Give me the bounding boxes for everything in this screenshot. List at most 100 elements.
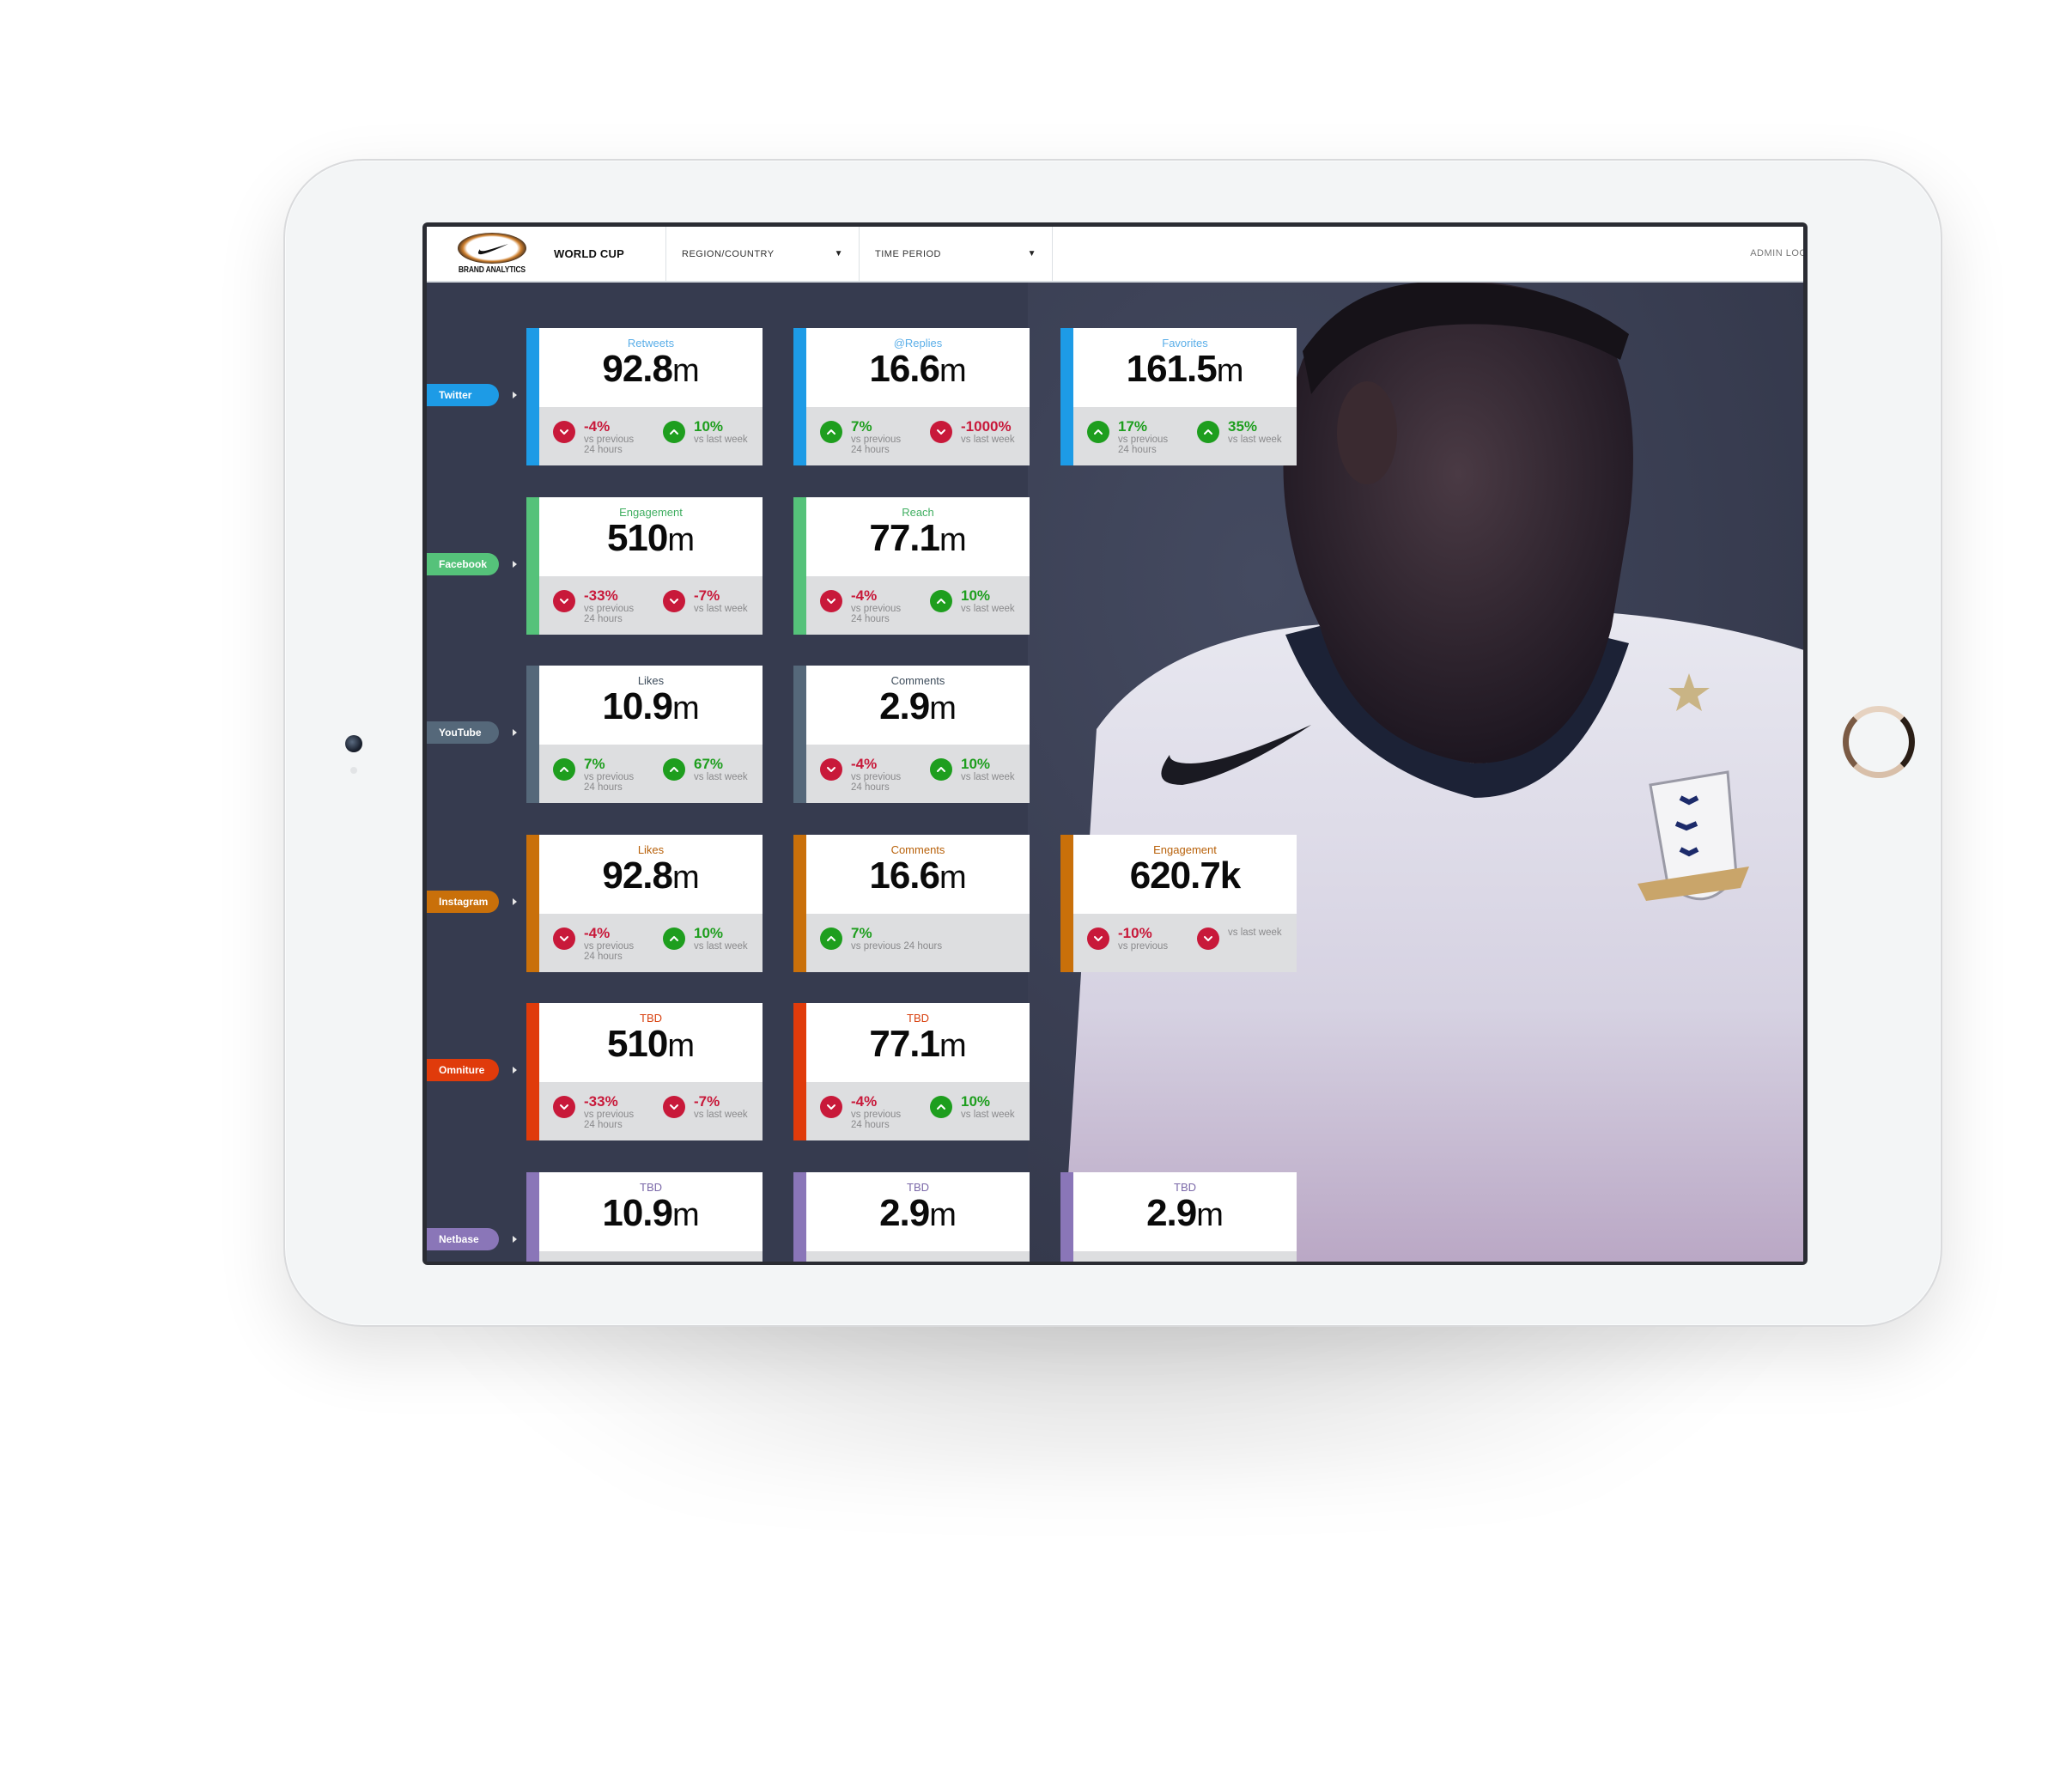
expand-arrow-icon[interactable] [513,897,517,905]
metric-card-twitter-replies[interactable]: @Replies 16.6m 7% vs previous 24 hours -1000%… [793,328,1030,465]
trend-up-icon [820,927,842,950]
card-comparisons: -4% vs previous 24 hours 10% vs last week [539,407,763,465]
comparison-caption: vs previous [851,435,902,445]
card-comparisons: -33% vs previous 24 hours -7% vs last week [539,575,763,635]
card-accent-bar [526,666,539,803]
metric-card-twitter-retweets[interactable]: Retweets 92.8m -4% vs previous 24 hours 10% vs… [526,328,763,465]
expand-arrow-icon[interactable] [513,392,517,398]
comparison-text: 10% vs last week [961,587,1015,614]
comparison-caption: vs last week [961,435,1015,445]
metric-card-twitter-favorites[interactable]: Favorites 161.5m 17% vs previous 24 hours 35%… [1060,328,1297,465]
card-header: Comments 16.6m [806,834,1030,914]
card-header: TBD 77.1m [806,1003,1030,1082]
comparison-text: 7% vs previous 24 hours [851,419,902,456]
percent-change: 7% [851,924,872,941]
percent-change: 10% [694,924,724,941]
card-accent-bar [526,328,539,465]
expand-arrow-icon[interactable] [513,560,517,568]
comparison-caption: vs previous [584,772,635,782]
comparison-stat: -4% vs previous 24 hours [820,587,902,624]
metric-card-instagram-comments[interactable]: Comments 16.6m 7% vs previous 24 hours [793,834,1030,972]
chevron-down-icon: ▼ [1027,249,1036,258]
trend-down-icon [1197,927,1219,950]
trend-down-icon [553,421,575,443]
card-comparisons: 7% vs previous 24 hours [806,913,1030,972]
home-button[interactable] [1843,706,1915,778]
card-comparisons: -4% vs previous 24 hours 10% vs last week [806,575,1030,635]
metric-unit: m [667,1028,696,1064]
percent-change: -33% [584,1093,618,1110]
percent-change: 35% [1228,418,1258,435]
metric-card-facebook-reach[interactable]: Reach 77.1m -4% vs previous 24 hours 10% vs la… [793,496,1030,635]
card-accent-bar [1060,328,1073,465]
trend-up-icon [1197,421,1219,443]
metric-card-youtube-comments[interactable]: Comments 2.9m -4% vs previous 24 hours 10% vs … [793,666,1030,803]
time-period-dropdown[interactable]: TIME PERIOD ▼ [859,227,1053,281]
metric-card-youtube-likes[interactable]: Likes 10.9m 7% vs previous 24 hours 67% vs las… [526,666,763,803]
percent-change: 17% [1118,418,1148,435]
trend-down-icon [553,1096,575,1118]
admin-login-link[interactable]: ADMIN LOGI [1750,248,1803,258]
metric-card-facebook-engagement[interactable]: Engagement 510m -33% vs previous 24 hours -7%… [526,496,763,635]
comparison-caption: vs previous [584,940,635,952]
trend-up-icon [930,758,952,781]
sidebar-item-youtube[interactable]: YouTube [427,721,499,744]
metric-value: 161.5m [1073,350,1297,391]
comparison-text: 10% vs last week [961,1094,1015,1121]
trend-up-icon [820,421,842,443]
sidebar-item-label: Facebook [439,557,488,570]
sidebar-item-instagram[interactable]: Instagram [427,890,499,913]
percent-change: -4% [584,418,611,435]
metric-value: 16.6m [806,350,1030,391]
percent-change: 10% [694,418,724,435]
trend-up-icon [1087,421,1109,443]
card-header: TBD 510m [539,1003,763,1082]
expand-arrow-icon[interactable] [513,729,517,736]
card-header: Retweets 92.8m [539,328,763,407]
metric-unit: m [1216,353,1244,389]
comparison-caption-line2: 24 hours [584,951,623,962]
brand-logo[interactable]: BRAND ANALYTICS [427,227,540,281]
comparison-caption: vs previous [1118,435,1169,445]
trend-down-icon [820,758,842,781]
metric-card-omniture-tbd[interactable]: TBD 510m -33% vs previous 24 hours -7% vs last… [526,1003,763,1140]
comparison-text: 67% vs last week [694,757,748,783]
expand-arrow-icon[interactable] [513,1235,517,1243]
comparison-caption: vs previous [851,603,902,614]
comparison-caption: vs last week [961,603,1015,614]
sidebar-item-label: Netbase [439,1232,479,1245]
comparison-caption-line2: 24 hours [1118,445,1157,455]
comparison-stat: 7% vs previous 24 hours [820,924,1018,952]
sidebar-item-netbase[interactable]: Netbase [427,1227,499,1250]
comparison-text: vs last week [1228,926,1282,938]
sidebar-item-facebook[interactable]: Facebook [427,552,499,575]
sidebar-item-twitter[interactable]: Twitter [427,384,499,406]
card-accent-bar [793,1171,806,1262]
region-dropdown[interactable]: REGION/COUNTRY ▼ [665,227,859,281]
comparison-caption: vs last week [694,435,748,445]
sidebar-item-label: YouTube [439,727,482,739]
expand-arrow-icon[interactable] [513,1067,517,1073]
comparison-text: -4% vs previous 24 hours [851,757,901,794]
sidebar-item-omniture[interactable]: Omniture [427,1059,499,1081]
trend-down-icon [663,589,685,612]
metric-card-instagram-likes[interactable]: Likes 92.8m -4% vs previous 24 hours 10% vs la… [526,834,763,972]
card-accent-bar [793,496,806,635]
trend-down-icon [1087,927,1109,950]
sidebar-item-label: Twitter [439,389,472,401]
card-comparisons: 17% vs previous 24 hours 35% vs last week [1073,407,1297,465]
metric-value: 92.8m [539,855,763,897]
comparison-caption: vs previous [1118,940,1169,952]
comparison-stat: 10% vs last week [930,1094,1015,1120]
metric-card-netbase-tbd[interactable]: TBD 2.9m [793,1171,1030,1262]
card-header: Reach 77.1m [806,496,1030,576]
metric-card-omniture-tbd[interactable]: TBD 77.1m -4% vs previous 24 hours 10% vs last… [793,1003,1030,1140]
metric-value: 16.6m [806,855,1030,897]
card-header: TBD 10.9m [539,1171,763,1251]
card-header: TBD 2.9m [1073,1171,1297,1251]
metric-card-netbase-tbd[interactable]: TBD 2.9m [1060,1171,1297,1262]
card-comparisons: -4% vs previous 24 hours 10% vs last week [806,745,1030,803]
metric-card-instagram-engagement[interactable]: Engagement 620.7k -10% vs previous vs last w… [1060,834,1297,972]
card-comparisons [1073,1250,1297,1262]
metric-card-netbase-tbd[interactable]: TBD 10.9m [526,1171,763,1262]
